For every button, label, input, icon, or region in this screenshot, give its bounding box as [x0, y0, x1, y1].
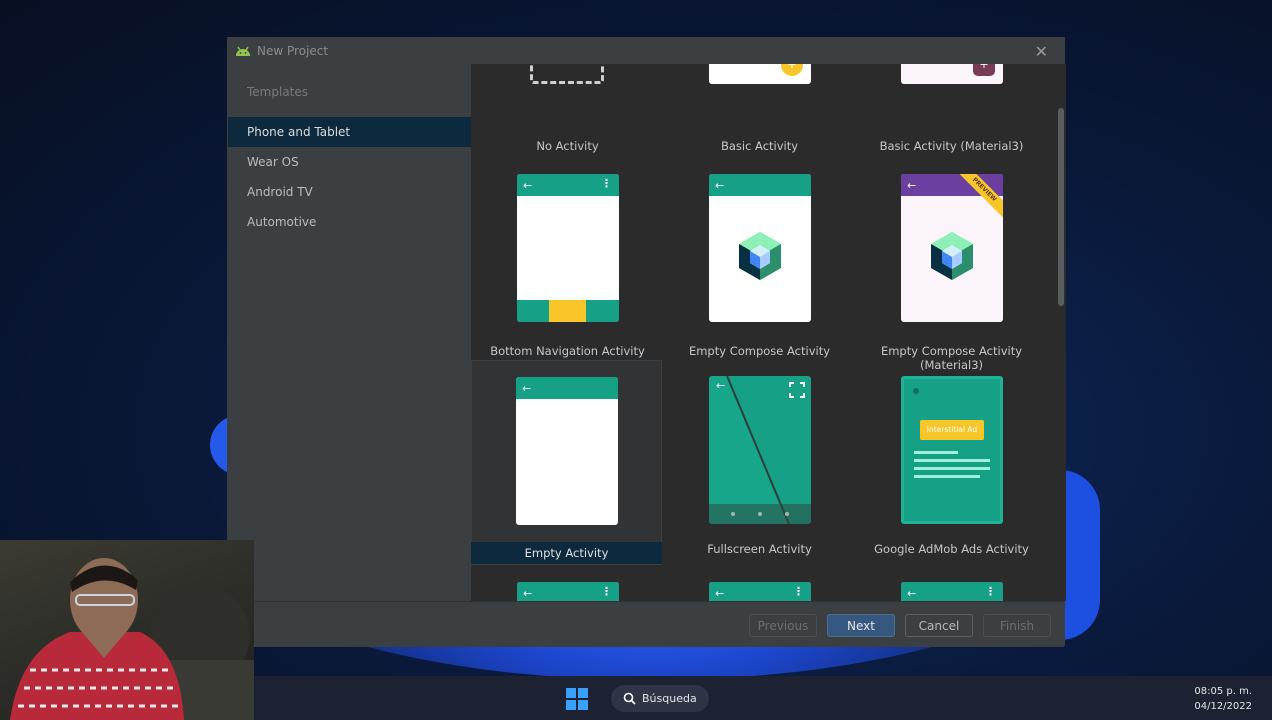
finish-button[interactable]: Finish — [983, 614, 1051, 637]
template-partial[interactable]: ← ⋮ — [664, 566, 855, 601]
app-bar: ← ⋮ — [709, 582, 811, 601]
back-arrow-icon: ← — [715, 586, 725, 600]
new-project-dialog: New Project ✕ Templates Phone and Tablet… — [227, 37, 1066, 647]
diagonal-divider — [709, 376, 811, 524]
app-bar: ← ⋮ — [517, 582, 619, 601]
sidebar-heading: Templates — [247, 85, 309, 99]
template-label: Google AdMob Ads Activity — [874, 542, 1029, 556]
template-label: Fullscreen Activity — [707, 542, 812, 556]
template-partial[interactable]: ← ⋮ — [472, 566, 663, 601]
next-button[interactable]: Next — [827, 614, 895, 637]
windows-start-icon[interactable] — [566, 688, 588, 710]
template-partial[interactable]: ← ⋮ — [856, 566, 1047, 601]
template-bottom-navigation-activity[interactable]: ← ⋮ Bottom Navigation Activity — [472, 166, 663, 370]
more-vert-icon: ⋮ — [601, 585, 612, 598]
template-label: Basic Activity (Material3) — [879, 139, 1024, 153]
cancel-button[interactable]: Cancel — [905, 614, 973, 637]
previous-button[interactable]: Previous — [749, 614, 817, 637]
phone-preview: ← PREVIEW — [901, 174, 1003, 322]
template-label: Basic Activity — [720, 139, 799, 153]
back-arrow-icon: ← — [907, 178, 917, 192]
text-line — [914, 459, 990, 462]
phone-preview: Interstitial Ad — [901, 376, 1003, 524]
template-no-activity[interactable]: No Activity — [472, 64, 663, 153]
phone-preview: ← — [709, 174, 811, 322]
app-bar: ← — [516, 377, 618, 399]
sidebar-item-phone-and-tablet[interactable]: Phone and Tablet — [228, 117, 471, 147]
template-empty-compose-activity[interactable]: ← Empty Compose Activity — [664, 166, 855, 370]
presenter-video — [10, 558, 254, 720]
app-bar: ← ⋮ — [517, 174, 619, 196]
text-line — [914, 475, 980, 478]
jetpack-compose-logo-icon — [739, 232, 781, 280]
search-label: Búsqueda — [642, 692, 697, 705]
sidebar-item-wear-os[interactable]: Wear OS — [228, 147, 471, 177]
sidebar-item-android-tv[interactable]: Android TV — [228, 177, 471, 207]
taskbar-search-button[interactable]: Búsqueda — [611, 685, 709, 712]
back-arrow-icon: ← — [715, 178, 725, 192]
more-vert-icon: ⋮ — [601, 177, 612, 190]
text-line — [914, 467, 990, 470]
taskbar: Búsqueda 08:05 p. m. 04/12/2022 — [254, 676, 1272, 720]
back-arrow-icon: ← — [907, 586, 917, 600]
sidebar-item-label: Automotive — [247, 215, 317, 229]
empty-placeholder-preview — [530, 64, 604, 84]
clock-time: 08:05 p. m. — [1194, 686, 1252, 697]
app-bar: ← — [709, 174, 811, 196]
back-arrow-icon: ← — [716, 379, 726, 392]
template-label: Empty Activity — [471, 542, 662, 564]
more-vert-icon: ⋮ — [985, 585, 996, 598]
dialog-title: New Project — [257, 44, 329, 58]
template-grid[interactable]: No Activity + Basic Activity + Basic Act… — [471, 64, 1066, 601]
phone-preview: ← ⋮ — [709, 582, 811, 601]
text-line — [914, 451, 958, 454]
phone-preview: + — [901, 64, 1003, 84]
fab-icon: + — [973, 64, 995, 76]
template-fullscreen-activity[interactable]: ← Fullscreen Activity — [664, 360, 855, 564]
camera-dot — [913, 388, 919, 394]
system-clock[interactable]: 08:05 p. m. 04/12/2022 — [1194, 684, 1252, 714]
app-bar: ← ⋮ — [901, 582, 1003, 601]
phone-preview: + — [709, 64, 811, 84]
sidebar-item-label: Phone and Tablet — [247, 125, 351, 139]
template-basic-activity[interactable]: + Basic Activity — [664, 64, 855, 153]
fab-icon: + — [781, 64, 803, 76]
back-arrow-icon: ← — [523, 178, 533, 192]
grid-scrollbar[interactable] — [1058, 108, 1064, 306]
bottom-nav-selected-item — [549, 300, 586, 322]
android-icon — [236, 46, 250, 56]
template-label: Empty Compose Activity — [688, 344, 831, 358]
phone-preview: ← ⋮ — [901, 582, 1003, 601]
phone-preview: ← ⋮ — [517, 582, 619, 601]
dialog-footer: Previous Next Cancel Finish — [228, 601, 1064, 647]
template-google-admob-ads-activity[interactable]: Interstitial Ad Google AdMob Ads Activit… — [856, 360, 1047, 564]
template-label: No Activity — [536, 139, 599, 153]
sidebar-item-automotive[interactable]: Automotive — [228, 207, 471, 237]
back-arrow-icon: ← — [522, 381, 532, 395]
phone-preview: ← ⋮ — [517, 174, 619, 322]
phone-preview: ← — [516, 377, 618, 525]
interstitial-ad-label: Interstitial Ad — [920, 420, 984, 440]
search-icon — [623, 692, 636, 705]
back-arrow-icon: ← — [523, 586, 533, 600]
more-vert-icon: ⋮ — [793, 585, 804, 598]
sidebar-item-label: Wear OS — [247, 155, 299, 169]
sidebar-item-label: Android TV — [247, 185, 313, 199]
templates-sidebar: Templates Phone and Tablet Wear OS Andro… — [228, 64, 471, 601]
bottom-nav-bar — [517, 300, 619, 322]
template-label: Bottom Navigation Activity — [490, 344, 645, 358]
jetpack-compose-logo-icon — [931, 232, 973, 280]
template-empty-compose-activity-material3[interactable]: ← PREVIEW Empty Compose Activity (Materi… — [856, 166, 1047, 372]
dialog-titlebar: New Project ✕ — [228, 38, 1064, 64]
clock-date: 04/12/2022 — [1194, 701, 1252, 712]
close-icon[interactable]: ✕ — [1035, 42, 1048, 61]
phone-preview: ← — [709, 376, 811, 524]
fullscreen-icon — [789, 382, 805, 398]
template-empty-activity[interactable]: ← Empty Activity — [471, 360, 662, 565]
webcam-overlay — [0, 540, 254, 720]
template-basic-activity-material3[interactable]: + Basic Activity (Material3) — [856, 64, 1047, 153]
